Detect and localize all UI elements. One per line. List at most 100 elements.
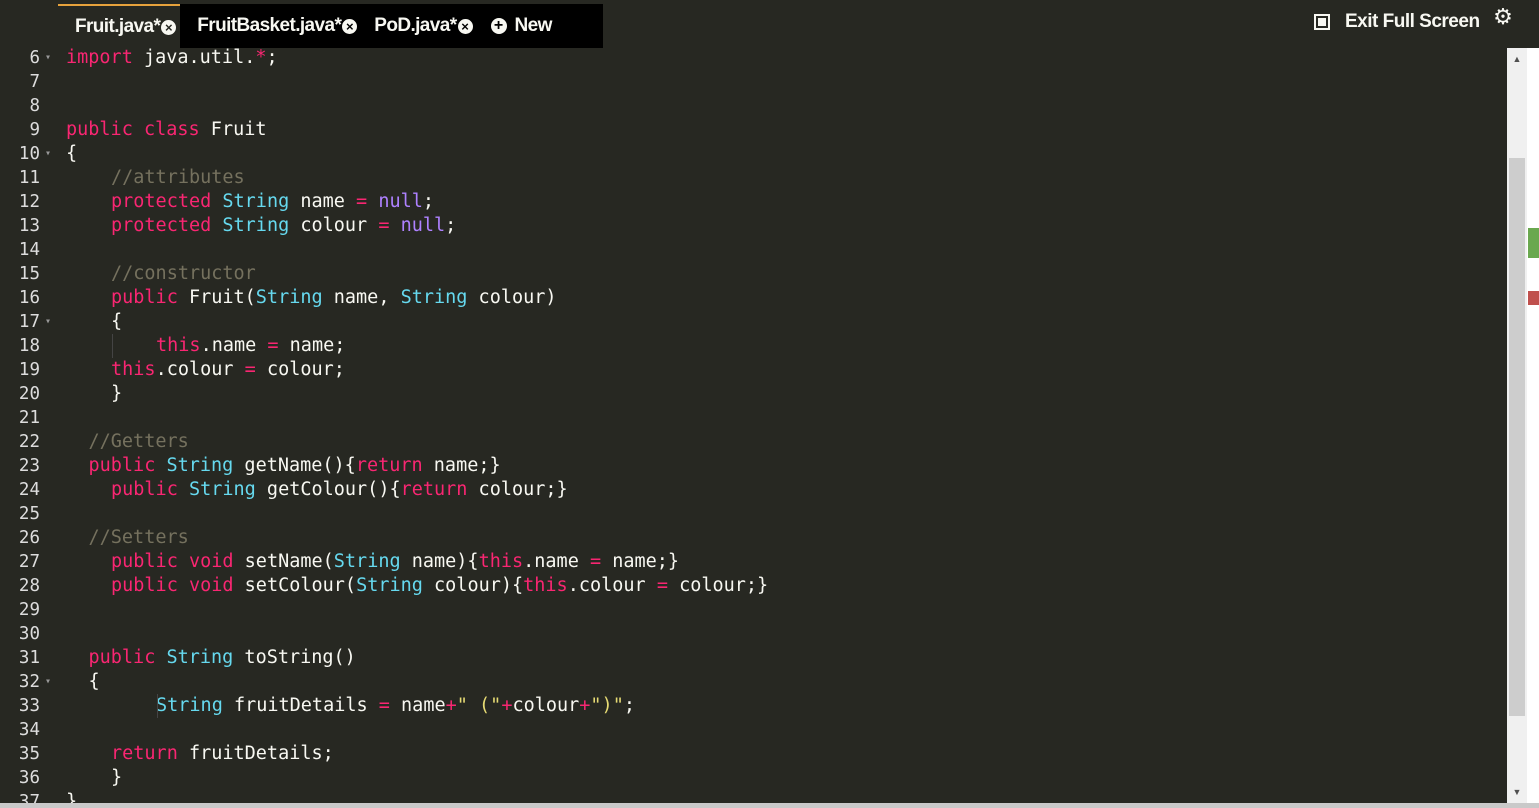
line-number: 19 [0,358,56,382]
new-tab-label: New [514,15,553,36]
code-line[interactable]: import java.util.*; [66,48,278,70]
close-icon[interactable]: × [161,19,177,35]
code-line[interactable]: //Getters [89,430,189,454]
code-line[interactable]: } [111,382,122,406]
line-number-text: 14 [18,240,40,260]
code-token: getColour(){ [255,479,401,500]
line-number-text: 27 [18,552,40,572]
line-number-text: 22 [18,432,40,452]
scroll-down-arrow-icon[interactable]: ▼ [1507,783,1527,801]
gear-icon[interactable]: ⚙ [1491,5,1515,29]
code-line[interactable]: public Fruit(String name, String colour) [111,286,557,310]
line-number: 25 [0,502,56,526]
code-token: toString() [233,647,356,668]
code-token: = [244,359,256,380]
line-number-text: 9 [29,120,40,140]
indent-guide [112,334,113,358]
line-number-text: 13 [18,216,40,236]
line-number-text: 12 [18,192,40,212]
line-number-text: 23 [18,456,40,476]
code-token: null [400,215,446,236]
code-line[interactable]: { [111,310,122,334]
code-line[interactable]: public void setColour(String colour){thi… [111,574,768,598]
line-number-text: 18 [18,336,40,356]
line-number: 24 [0,478,56,502]
code-line[interactable]: this.name = name; [156,334,345,358]
code-line[interactable]: } [111,766,122,790]
line-number-text: 24 [18,480,40,500]
code-line[interactable]: String fruitDetails = name+" ("+colour+"… [156,694,635,718]
code-token: ")" [590,695,624,716]
code-area[interactable]: import java.util.*; public class Fruit{//… [66,48,1507,808]
code-line[interactable]: public String toString() [89,646,356,670]
fold-arrow-icon[interactable]: ▾ [40,310,56,334]
fold-arrow-icon[interactable]: ▾ [40,142,56,166]
code-token: " (" [456,695,502,716]
code-line[interactable]: //Setters [89,526,189,550]
line-number: 12 [0,190,56,214]
code-token: //attributes [111,167,245,188]
line-number: 17 ▾ [0,310,56,334]
code-line[interactable]: this.colour = colour; [111,358,345,382]
line-number: 35 [0,742,56,766]
code-token: ; [445,215,457,236]
line-number: 20 [0,382,56,406]
code-token: = [378,695,390,716]
code-token: Fruit [199,119,267,140]
code-line[interactable]: protected String name = null; [111,190,434,214]
vertical-scrollbar[interactable]: ▲ ▼ [1507,48,1527,803]
code-token: public [66,119,133,140]
code-token: .name [523,551,590,572]
code-token: void [188,575,234,596]
line-number: 27 [0,550,56,574]
code-line[interactable]: protected String colour = null; [111,214,456,238]
code-token: colour;} [667,575,769,596]
tab-fruitbasket-java[interactable]: FruitBasket.java* × [180,4,358,48]
code-token: public [111,479,178,500]
line-number: 28 [0,574,56,598]
code-token: fruitDetails; [177,743,334,764]
code-editor[interactable]: 6 ▾ 7 8 9 10 ▾ 11 12 13 14 15 16 17 ▾ 18 19 20 21 22 23 24 25 2… [0,48,1507,808]
fold-arrow-icon[interactable]: ▾ [40,670,56,694]
code-line[interactable]: public String getColour(){return colour;… [111,478,568,502]
tab-label: PoD.java* [374,15,457,36]
exit-fullscreen-button[interactable]: Exit Full Screen [1314,8,1480,36]
close-icon[interactable]: × [342,18,358,34]
code-line[interactable]: public String getName(){return name;} [89,454,501,478]
code-line[interactable]: public void setName(String name){this.na… [111,550,679,574]
code-line[interactable]: //attributes [111,166,245,190]
line-number-text: 15 [18,264,40,284]
code-token: ; [422,191,435,212]
code-token: colour [512,695,580,716]
code-line[interactable]: { [66,142,77,166]
code-token: String [188,479,256,500]
code-token: protected [111,191,212,212]
code-line[interactable]: public class Fruit [66,118,267,142]
code-line[interactable]: //constructor [111,262,256,286]
code-line[interactable]: { [89,670,100,694]
code-token: .colour [567,575,657,596]
code-token: String [222,191,290,212]
fold-arrow-icon[interactable]: ▾ [40,48,56,70]
tab-pod-java[interactable]: PoD.java* × [357,4,473,48]
code-token: name){ [400,551,479,572]
code-token: + [579,695,591,716]
exit-fullscreen-icon [1314,14,1330,30]
scroll-up-arrow-icon[interactable]: ▲ [1507,50,1527,68]
line-number-text: 20 [18,384,40,404]
new-tab-button[interactable]: + New [473,4,552,48]
line-number: 34 [0,718,56,742]
code-token: //constructor [111,263,256,284]
code-token: fruitDetails [222,695,379,716]
code-token: this [478,551,524,572]
code-line[interactable]: return fruitDetails; [111,742,334,766]
code-token: public [88,647,156,668]
file-tab-bar: Fruit.java* × FruitBasket.java* × PoD.ja… [58,4,603,48]
close-icon[interactable]: × [457,18,473,34]
tab-fruit-java[interactable]: Fruit.java* × [58,4,181,48]
scrollbar-thumb[interactable] [1509,158,1525,716]
